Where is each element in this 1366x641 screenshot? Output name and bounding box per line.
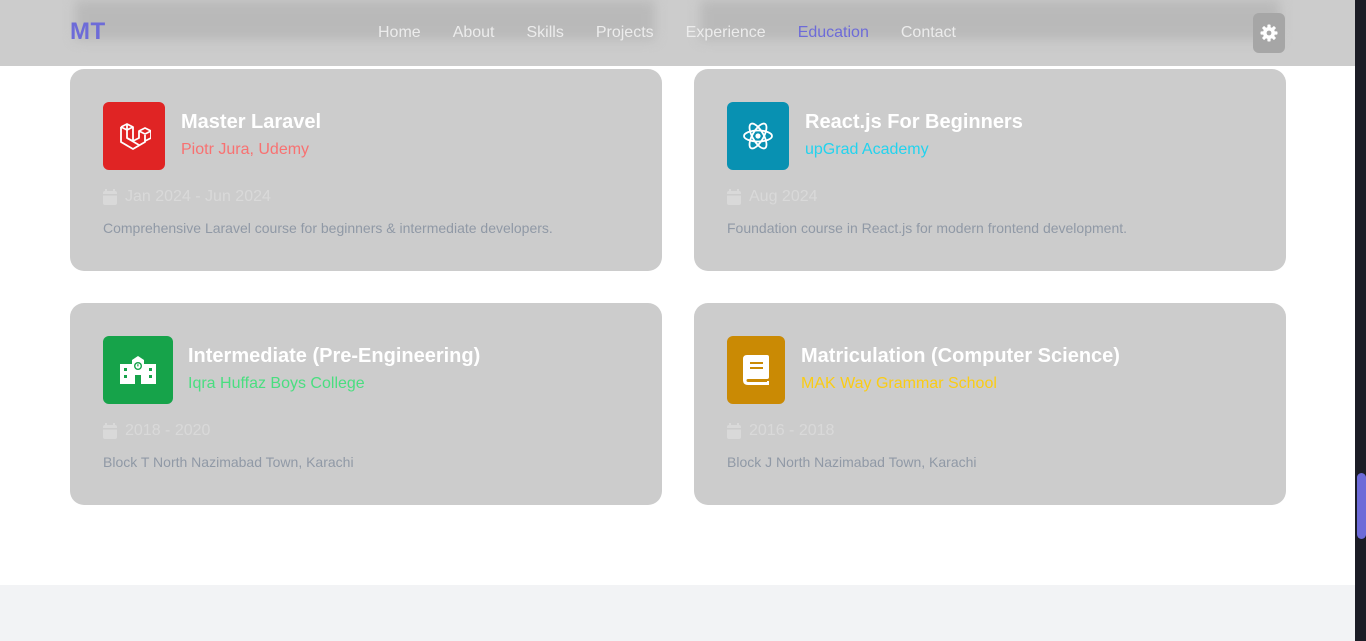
card-date: 2016 - 2018 [727, 422, 834, 440]
nav-links: Home About Skills Projects Experience Ed… [378, 24, 988, 42]
logo[interactable]: MT [70, 18, 106, 46]
nav-link-projects[interactable]: Projects [596, 24, 654, 42]
card-date-text: Jan 2024 - Jun 2024 [125, 188, 271, 205]
card-date-text: 2016 - 2018 [749, 422, 835, 439]
nav-link-experience[interactable]: Experience [686, 24, 766, 42]
card-title: Intermediate (Pre-Engineering) [188, 345, 481, 367]
calendar-icon [727, 423, 741, 439]
card-description: Block J North Nazimabad Town, Karachi [727, 454, 977, 470]
laravel-icon [103, 102, 165, 170]
education-card-laravel: Master Laravel Piotr Jura, Udemy Jan 202… [70, 69, 662, 271]
card-date: 2018 - 2020 [103, 422, 210, 440]
education-card-react: React.js For Beginners upGrad Academy Au… [694, 69, 1286, 271]
card-institution: MAK Way Grammar School [801, 375, 997, 392]
card-date: Jan 2024 - Jun 2024 [103, 188, 271, 206]
card-institution: Iqra Huffaz Boys College [188, 375, 365, 392]
theme-toggle-button[interactable] [1253, 13, 1285, 53]
calendar-icon [103, 189, 117, 205]
nav-link-education[interactable]: Education [798, 24, 869, 42]
nav-link-contact[interactable]: Contact [901, 24, 956, 42]
education-card-matriculation: Matriculation (Computer Science) MAK Way… [694, 303, 1286, 505]
scrollbar-thumb[interactable] [1357, 473, 1366, 539]
card-institution: upGrad Academy [805, 141, 929, 158]
card-description: Comprehensive Laravel course for beginne… [103, 220, 553, 236]
education-card-intermediate: Intermediate (Pre-Engineering) Iqra Huff… [70, 303, 662, 505]
card-title: React.js For Beginners [805, 111, 1023, 133]
school-building-icon [103, 336, 173, 404]
footer-band [0, 585, 1355, 641]
card-description: Block T North Nazimabad Town, Karachi [103, 454, 354, 470]
card-institution: Piotr Jura, Udemy [181, 141, 310, 158]
card-title: Master Laravel [181, 111, 322, 133]
nav-link-skills[interactable]: Skills [527, 24, 564, 42]
calendar-icon [727, 189, 741, 205]
navbar: MT Home About Skills Projects Experience… [0, 0, 1355, 66]
calendar-icon [103, 423, 117, 439]
nav-link-about[interactable]: About [453, 24, 495, 42]
card-description: Foundation course in React.js for modern… [727, 220, 1128, 236]
react-icon [727, 102, 789, 170]
scrollbar-track[interactable] [1355, 0, 1366, 641]
card-title: Matriculation (Computer Science) [801, 345, 1120, 367]
nav-link-home[interactable]: Home [378, 24, 421, 42]
card-date: Aug 2024 [727, 188, 818, 206]
book-icon [727, 336, 785, 404]
card-date-text: 2018 - 2020 [125, 422, 211, 439]
card-date-text: Aug 2024 [749, 188, 818, 205]
page: Master Laravel Piotr Jura, Udemy Jan 202… [0, 0, 1355, 641]
gear-icon [1260, 24, 1278, 42]
